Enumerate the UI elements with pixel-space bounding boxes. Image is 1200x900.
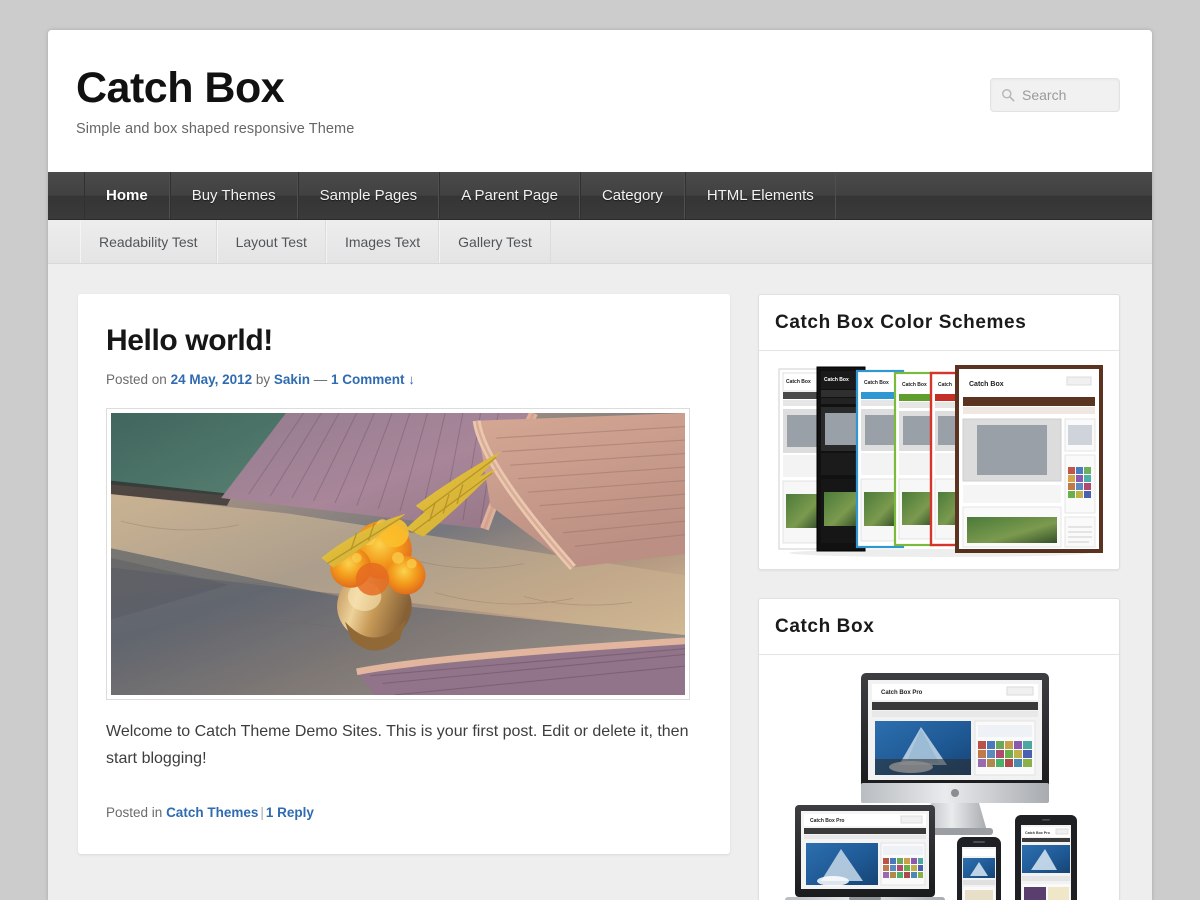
post-date-link[interactable]: 24 May, 2012 (171, 372, 253, 387)
svg-text:Catch Box Pro: Catch Box Pro (881, 690, 923, 696)
svg-text:Catch Box: Catch Box (786, 379, 811, 385)
svg-text:Catch Box: Catch Box (902, 382, 927, 388)
widget-catch-box-color-schemes: Catch Box Color Schemes (758, 294, 1120, 570)
content-column: Hello world! Posted on 24 May, 2012 by S… (78, 294, 730, 854)
featured-image-alt: Marigold flowers in a brass vase on a st… (111, 695, 112, 696)
by-label: by (256, 372, 270, 387)
responsive-devices-image[interactable]: Catch Box Pro (771, 665, 1107, 900)
site-header: Catch Box Simple and box shaped responsi… (48, 30, 1152, 172)
post-category-link[interactable]: Catch Themes (166, 805, 258, 820)
page-background: Catch Box Simple and box shaped responsi… (0, 0, 1200, 900)
widget-body: Catch Box (759, 351, 1119, 569)
nav-item-a-parent-page[interactable]: A Parent Page (439, 172, 580, 219)
nav-item-category[interactable]: Category (580, 172, 685, 219)
subnav-item-layout-test[interactable]: Layout Test (217, 220, 326, 263)
post-replies-link[interactable]: 1 Reply (266, 805, 314, 820)
post-meta: Posted on 24 May, 2012 by Sakin — 1 Comm… (106, 372, 702, 387)
post-footer: Posted in Catch Themes|1 Reply (106, 805, 702, 820)
widget-body: Catch Box Pro (759, 655, 1119, 900)
main-content-area: Hello world! Posted on 24 May, 2012 by S… (48, 264, 1152, 900)
posted-on-label: Posted on (106, 372, 167, 387)
svg-text:Catch Box: Catch Box (864, 380, 889, 386)
widget-title: Catch Box (759, 599, 1119, 655)
footer-pipe: | (258, 805, 266, 820)
color-schemes-collage-image[interactable]: Catch Box (771, 361, 1107, 557)
post-article: Hello world! Posted on 24 May, 2012 by S… (78, 294, 730, 854)
svg-text:Catch Box Pro: Catch Box Pro (810, 818, 844, 824)
nav-item-home[interactable]: Home (84, 172, 170, 219)
meta-separator: — (314, 372, 328, 387)
svg-text:Catch Box: Catch Box (824, 377, 849, 383)
post-content: Welcome to Catch Theme Demo Sites. This … (106, 718, 702, 773)
subnav-item-readability-test[interactable]: Readability Test (80, 220, 217, 263)
svg-text:Catch: Catch (938, 382, 952, 388)
post-author-link[interactable]: Sakin (274, 372, 310, 387)
featured-photo-marigolds (111, 413, 685, 695)
svg-text:Catch Box Pro: Catch Box Pro (1025, 831, 1051, 835)
secondary-navigation: Readability Test Layout Test Images Text… (48, 220, 1152, 264)
branding: Catch Box Simple and box shaped responsi… (76, 66, 354, 137)
posted-in-label: Posted in (106, 805, 162, 820)
nav-item-sample-pages[interactable]: Sample Pages (298, 172, 440, 219)
site-container: Catch Box Simple and box shaped responsi… (48, 30, 1152, 900)
site-description: Simple and box shaped responsive Theme (76, 121, 354, 137)
search-icon (1001, 88, 1015, 102)
color-schemes-alt: Fanned row of website screenshots showin… (771, 557, 772, 558)
post-featured-image[interactable]: Marigold flowers in a brass vase on a st… (106, 408, 690, 700)
widget-catch-box: Catch Box (758, 598, 1120, 900)
nav-item-buy-themes[interactable]: Buy Themes (170, 172, 298, 219)
search-form[interactable] (990, 78, 1120, 112)
sidebar: Catch Box Color Schemes (758, 294, 1120, 900)
post-comments-link[interactable]: 1 Comment ↓ (331, 372, 415, 387)
subnav-item-gallery-test[interactable]: Gallery Test (439, 220, 551, 263)
search-input[interactable] (1022, 87, 1109, 103)
subnav-item-images-text[interactable]: Images Text (326, 220, 439, 263)
post-title[interactable]: Hello world! (106, 324, 702, 359)
primary-navigation: Home Buy Themes Sample Pages A Parent Pa… (48, 172, 1152, 220)
site-title[interactable]: Catch Box (76, 66, 354, 111)
widget-title: Catch Box Color Schemes (759, 295, 1119, 351)
nav-item-html-elements[interactable]: HTML Elements (685, 172, 836, 219)
svg-text:Catch Box: Catch Box (969, 381, 1004, 388)
